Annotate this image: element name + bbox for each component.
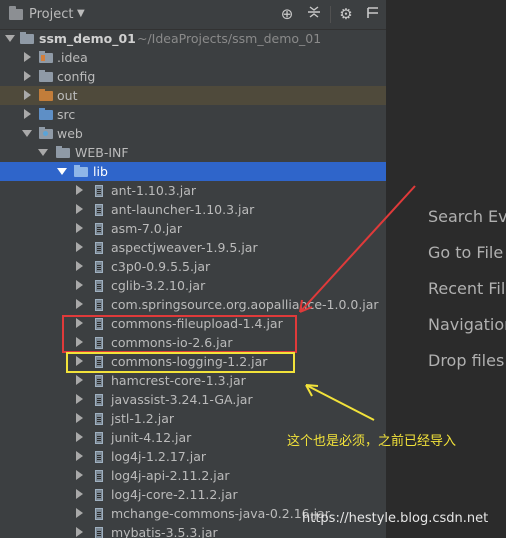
yellow-arrow-line (305, 384, 375, 421)
red-arrow-line (299, 185, 416, 313)
annotation-note: 这个也是必须，之前已经导入 (287, 434, 457, 449)
red-highlight-box (62, 315, 297, 353)
annotation-layer (62, 185, 416, 421)
watermark: https://hestyle.blog.csdn.net (302, 511, 489, 526)
yellow-highlight-box (66, 352, 295, 373)
